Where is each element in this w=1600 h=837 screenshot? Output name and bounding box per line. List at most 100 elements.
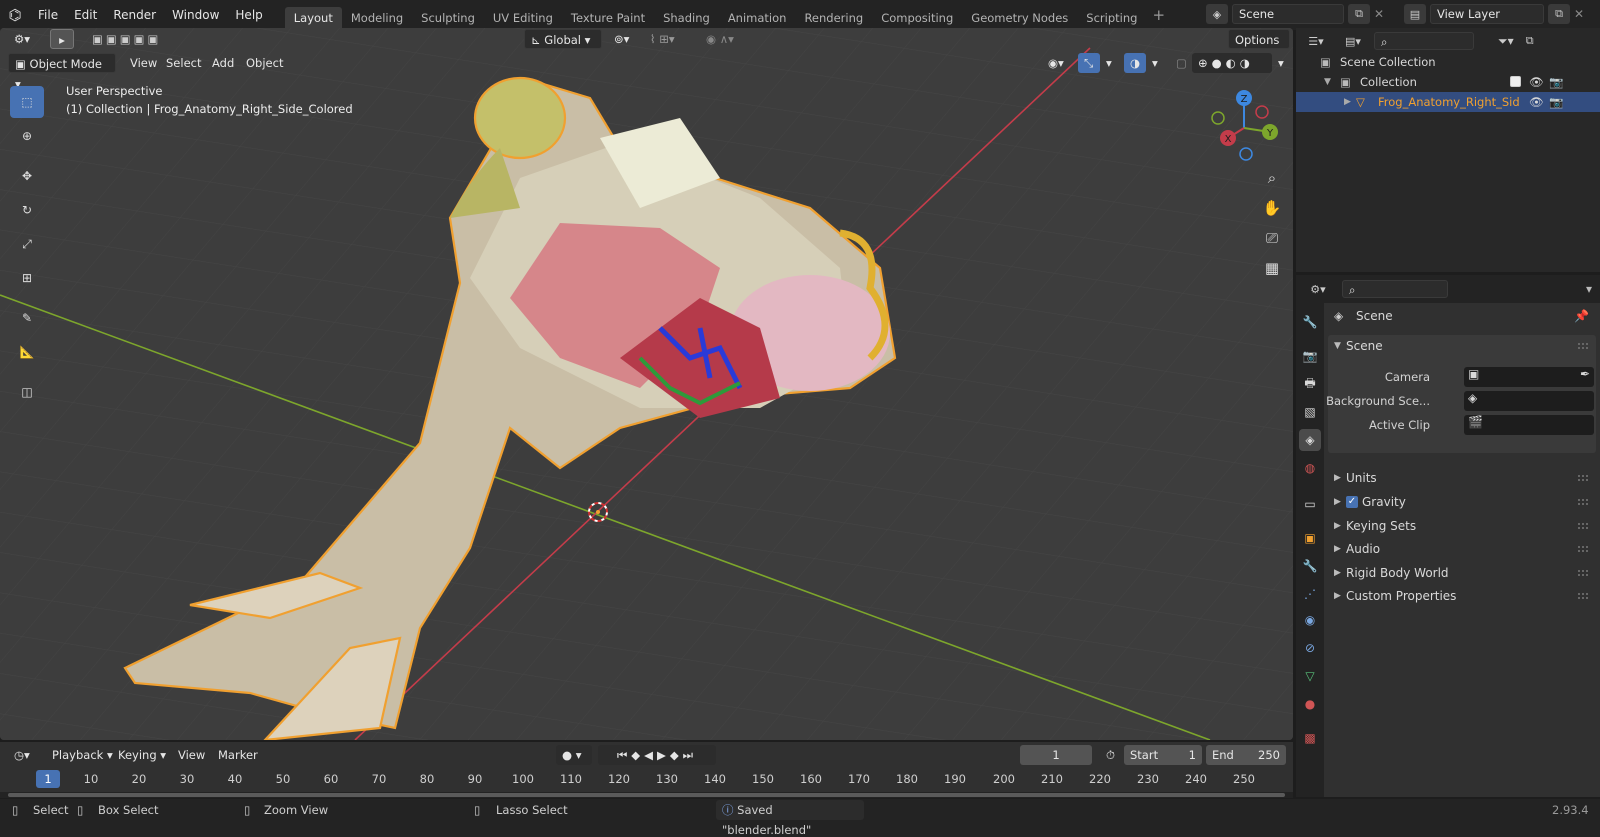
drag-grip-icon[interactable] (1578, 570, 1588, 576)
gravity-checkbox[interactable]: ✓ (1346, 496, 1358, 508)
editor-type-icon[interactable]: ⚙▾ (8, 29, 38, 49)
start-frame-field[interactable]: Start 1 (1124, 745, 1202, 765)
pan-hand-icon[interactable]: ✋ (1258, 194, 1286, 222)
collection-tab-icon[interactable]: ▭ (1299, 493, 1321, 515)
3d-viewport[interactable]: ⚙▾ ▸ ▣▣▣▣▣ ⊾ Global ▾ ⊚▾ ⌇ ⊞▾ ◉ ∧▾ Optio… (0, 28, 1293, 740)
view-layer-icon[interactable]: ▤ (1404, 4, 1426, 24)
options-dropdown[interactable]: Options ▾ (1228, 29, 1290, 67)
object-tab-icon[interactable]: ▣ (1299, 527, 1321, 549)
playback-controls[interactable]: ⏮◆◀▶◆⏭ (598, 745, 716, 765)
display-mode-icon[interactable]: ▤▾ (1338, 31, 1368, 51)
expand-arrow-icon[interactable]: ▼ (1324, 72, 1331, 92)
pin-icon[interactable]: 📌 (1574, 309, 1589, 323)
menu-marker[interactable]: Marker (212, 745, 264, 765)
eye-icon[interactable]: 👁 (1529, 92, 1544, 112)
cursor-tool[interactable]: ⊕ (10, 120, 44, 152)
timeline[interactable]: ◷▾ Playback ▾ Keying ▾ View Marker ● ▾ ⏮… (0, 742, 1293, 798)
view-layer-field[interactable]: View Layer (1430, 4, 1544, 24)
timeline-editor-type-icon[interactable]: ◷▾ (8, 745, 38, 765)
menu-object[interactable]: Object (240, 53, 289, 73)
material-tab-icon[interactable]: ● (1299, 693, 1321, 715)
tab-rendering[interactable]: Rendering (795, 7, 872, 29)
perspective-grid-icon[interactable]: ▦ (1258, 254, 1286, 282)
add-workspace-icon[interactable]: + (1152, 6, 1165, 24)
drag-grip-icon[interactable] (1578, 593, 1588, 599)
rigid-body-world-subpanel[interactable]: ▶ Rigid Body World (1328, 562, 1596, 584)
tab-uv-editing[interactable]: UV Editing (484, 7, 562, 29)
exclude-checkbox[interactable] (1510, 76, 1521, 87)
keying-sets-subpanel[interactable]: ▶ Keying Sets (1328, 515, 1596, 537)
scene-tab-icon[interactable]: ◈ (1299, 429, 1321, 451)
tab-sculpting[interactable]: Sculpting (412, 7, 484, 29)
end-frame-field[interactable]: End 250 (1206, 745, 1286, 765)
status-message[interactable]: ⓘ Saved "blender.blend" (716, 800, 864, 837)
properties-search-input[interactable]: ⌕ (1342, 280, 1448, 298)
new-scene-icon[interactable]: ⧉ (1348, 4, 1370, 24)
scene-name-field[interactable]: Scene (1232, 4, 1344, 24)
view-layer-tab-icon[interactable]: ▧ (1299, 401, 1321, 423)
scale-tool[interactable]: ⤢ (10, 228, 44, 260)
select-box-tool[interactable]: ⬚ (10, 86, 44, 118)
menu-render[interactable]: Render (105, 0, 164, 30)
annotate-tool[interactable]: ✎ (10, 302, 44, 334)
xray-icon[interactable]: ▢ (1170, 53, 1190, 73)
overlays-dropdown-icon[interactable]: ▾ (1146, 53, 1162, 73)
menu-file[interactable]: File (30, 0, 66, 30)
audio-subpanel[interactable]: ▶ Audio (1328, 538, 1596, 560)
active-clip-field[interactable]: 🎬 (1464, 415, 1594, 435)
eyedropper-icon[interactable]: ✒ (1580, 367, 1594, 381)
tab-shading[interactable]: Shading (654, 7, 719, 29)
current-frame-field[interactable]: 1 (1020, 745, 1092, 765)
drag-grip-icon[interactable] (1578, 343, 1588, 349)
menu-window[interactable]: Window (164, 0, 227, 30)
drag-grip-icon[interactable] (1578, 475, 1588, 481)
scene-panel-header[interactable]: ▼ Scene (1328, 335, 1596, 357)
gravity-subpanel[interactable]: ▶ ✓ Gravity (1328, 491, 1596, 513)
outliner-search-input[interactable]: ⌕ (1374, 32, 1474, 50)
menu-keying[interactable]: Keying ▾ (112, 745, 172, 765)
outliner-row-object[interactable]: ▶ ▽ Frog_Anatomy_Right_Sid 👁 📷 (1296, 92, 1600, 112)
expand-arrow-icon[interactable]: ▶ (1344, 92, 1351, 112)
physics-tab-icon[interactable]: ◉ (1299, 609, 1321, 631)
modifier-tab-icon[interactable]: 🔧 (1299, 555, 1321, 577)
delete-scene-icon[interactable]: ✕ (1374, 7, 1384, 21)
outliner[interactable]: ☰▾ ▤▾ ⌕ ⏷▾ ⧉ ▣ Scene Collection ▼ ▣ Coll… (1296, 28, 1600, 272)
camera-view-icon[interactable]: ⎚ (1258, 224, 1286, 252)
menu-timeline-view[interactable]: View (172, 745, 211, 765)
object-mode-dropdown[interactable]: ▣ Object Mode ▾ (8, 53, 116, 91)
menu-edit[interactable]: Edit (66, 0, 105, 30)
tab-texture-paint[interactable]: Texture Paint (562, 7, 654, 29)
menu-select[interactable]: Select (160, 53, 207, 73)
snap-icon[interactable]: ⌇ ⊞▾ (644, 29, 692, 49)
tab-scripting[interactable]: Scripting (1077, 7, 1146, 29)
tab-geometry-nodes[interactable]: Geometry Nodes (962, 7, 1077, 29)
proportional-edit-icon[interactable]: ◉ ∧▾ (700, 29, 750, 49)
shading-dropdown-icon[interactable]: ▾ (1272, 53, 1290, 73)
tab-modeling[interactable]: Modeling (342, 7, 412, 29)
gizmo-icon[interactable]: ⤡ (1078, 53, 1100, 73)
select-box-modes[interactable]: ▣▣▣▣▣ (86, 29, 180, 49)
shading-modes[interactable]: ⊕●◐◑ (1192, 53, 1272, 73)
tool-tab-icon[interactable]: 🔧 (1299, 311, 1321, 333)
units-subpanel[interactable]: ▶ Units (1328, 467, 1596, 489)
move-tool[interactable]: ✥ (10, 160, 44, 192)
drag-grip-icon[interactable] (1578, 499, 1588, 505)
properties-options-icon[interactable]: ▾ (1586, 282, 1592, 296)
render-tab-icon[interactable]: 📷 (1299, 345, 1321, 367)
drag-grip-icon[interactable] (1578, 523, 1588, 529)
transform-orientation-dropdown[interactable]: ⊾ Global ▾ (524, 29, 602, 49)
background-scene-field[interactable]: ◈ (1464, 391, 1594, 411)
select-mode-icon[interactable]: ▸ (50, 29, 74, 49)
particles-tab-icon[interactable]: ⋰ (1299, 583, 1321, 605)
outliner-editor-type-icon[interactable]: ☰▾ (1300, 31, 1332, 51)
eye-icon[interactable]: 👁 (1529, 72, 1544, 92)
timeline-scrollbar[interactable] (0, 792, 1293, 798)
blender-logo-icon[interactable]: ⌬ (0, 6, 30, 24)
menu-view[interactable]: View (124, 53, 163, 73)
scene-icon[interactable]: ◈ (1206, 4, 1228, 24)
new-collection-icon[interactable]: ⧉ (1520, 31, 1540, 51)
auto-keying-icon[interactable]: ● ▾ (556, 745, 592, 765)
outliner-row-scene-collection[interactable]: ▣ Scene Collection (1296, 52, 1600, 72)
camera-icon[interactable]: 📷 (1549, 72, 1563, 92)
properties-editor-type-icon[interactable]: ⚙▾ (1302, 279, 1334, 299)
